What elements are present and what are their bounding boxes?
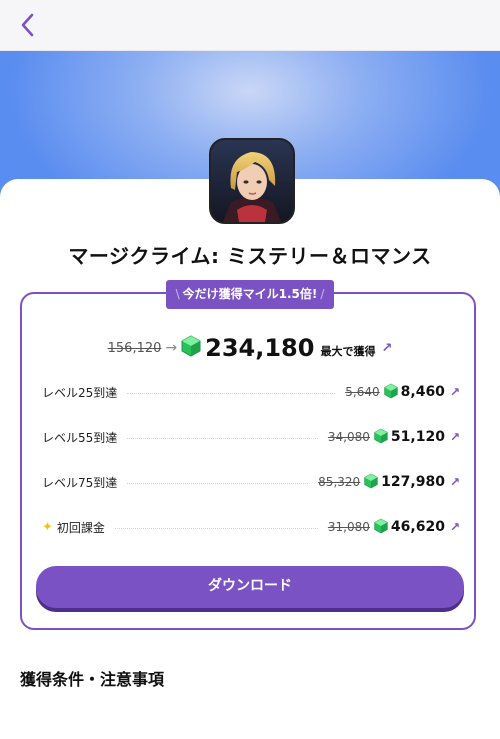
reward-label: レベル25到達	[42, 385, 118, 400]
dotted-leader	[114, 527, 318, 529]
reward-label: レベル55到達	[42, 430, 118, 445]
reward-old-value: 85,320	[318, 475, 361, 489]
external-link-icon[interactable]: ↗	[450, 385, 460, 399]
reward-row: レベル25到達 5,640 8,460 ↗	[42, 380, 460, 404]
arrow-right-icon: →	[165, 340, 178, 356]
download-button[interactable]: ダウンロード	[36, 566, 464, 608]
gem-icon	[181, 335, 201, 361]
reward-row: ✦ 初回課金 31,080 46,620 ↗	[42, 515, 460, 539]
reward-row: レベル55到達 34,080 51,120 ↗	[42, 425, 460, 449]
gem-icon	[364, 473, 378, 492]
gem-icon	[383, 383, 398, 402]
new-total-value: 234,180	[205, 334, 315, 362]
badge-right-mark: /	[320, 287, 325, 301]
reward-old-value: 34,080	[327, 430, 370, 444]
reward-new-value: 51,120	[390, 429, 445, 445]
reward-new-value: 46,620	[390, 519, 445, 535]
gem-icon	[374, 428, 388, 447]
gem-icon	[374, 518, 388, 537]
external-link-icon[interactable]: ↗	[450, 475, 460, 489]
dotted-leader	[127, 437, 318, 439]
promo-badge: \ 今だけ獲得マイル1.5倍! /	[166, 280, 334, 309]
total-reward-row: 156,120 → 234,180 最大で獲得 ↗	[0, 333, 500, 363]
chevron-left-icon	[21, 13, 34, 37]
back-button[interactable]	[14, 10, 44, 40]
badge-left-mark: \	[175, 287, 180, 301]
top-bar	[0, 0, 500, 51]
reward-new-value: 127,980	[381, 474, 445, 490]
reward-old-value: 5,640	[345, 385, 380, 399]
app-title: マージクライム: ミステリー＆ロマンス	[68, 244, 432, 268]
total-suffix: 最大で獲得	[320, 345, 376, 358]
dotted-leader	[127, 392, 336, 394]
external-link-icon[interactable]: ↗	[381, 341, 392, 356]
promo-badge-text: 今だけ獲得マイル1.5倍!	[182, 287, 318, 301]
reward-label: レベル75到達	[42, 475, 118, 490]
sparkle-icon: ✦	[42, 519, 53, 535]
section-title: 獲得条件・注意事項	[20, 670, 165, 689]
reward-label: 初回課金	[56, 520, 105, 535]
reward-row: レベル75到達 85,320 127,980 ↗	[42, 470, 460, 494]
dotted-leader	[127, 482, 309, 484]
external-link-icon[interactable]: ↗	[450, 430, 460, 444]
reward-old-value: 31,080	[327, 520, 370, 534]
external-link-icon[interactable]: ↗	[450, 520, 460, 534]
old-total-value: 156,120	[107, 340, 162, 356]
reward-new-value: 8,460	[400, 384, 445, 400]
app-icon	[209, 138, 295, 224]
